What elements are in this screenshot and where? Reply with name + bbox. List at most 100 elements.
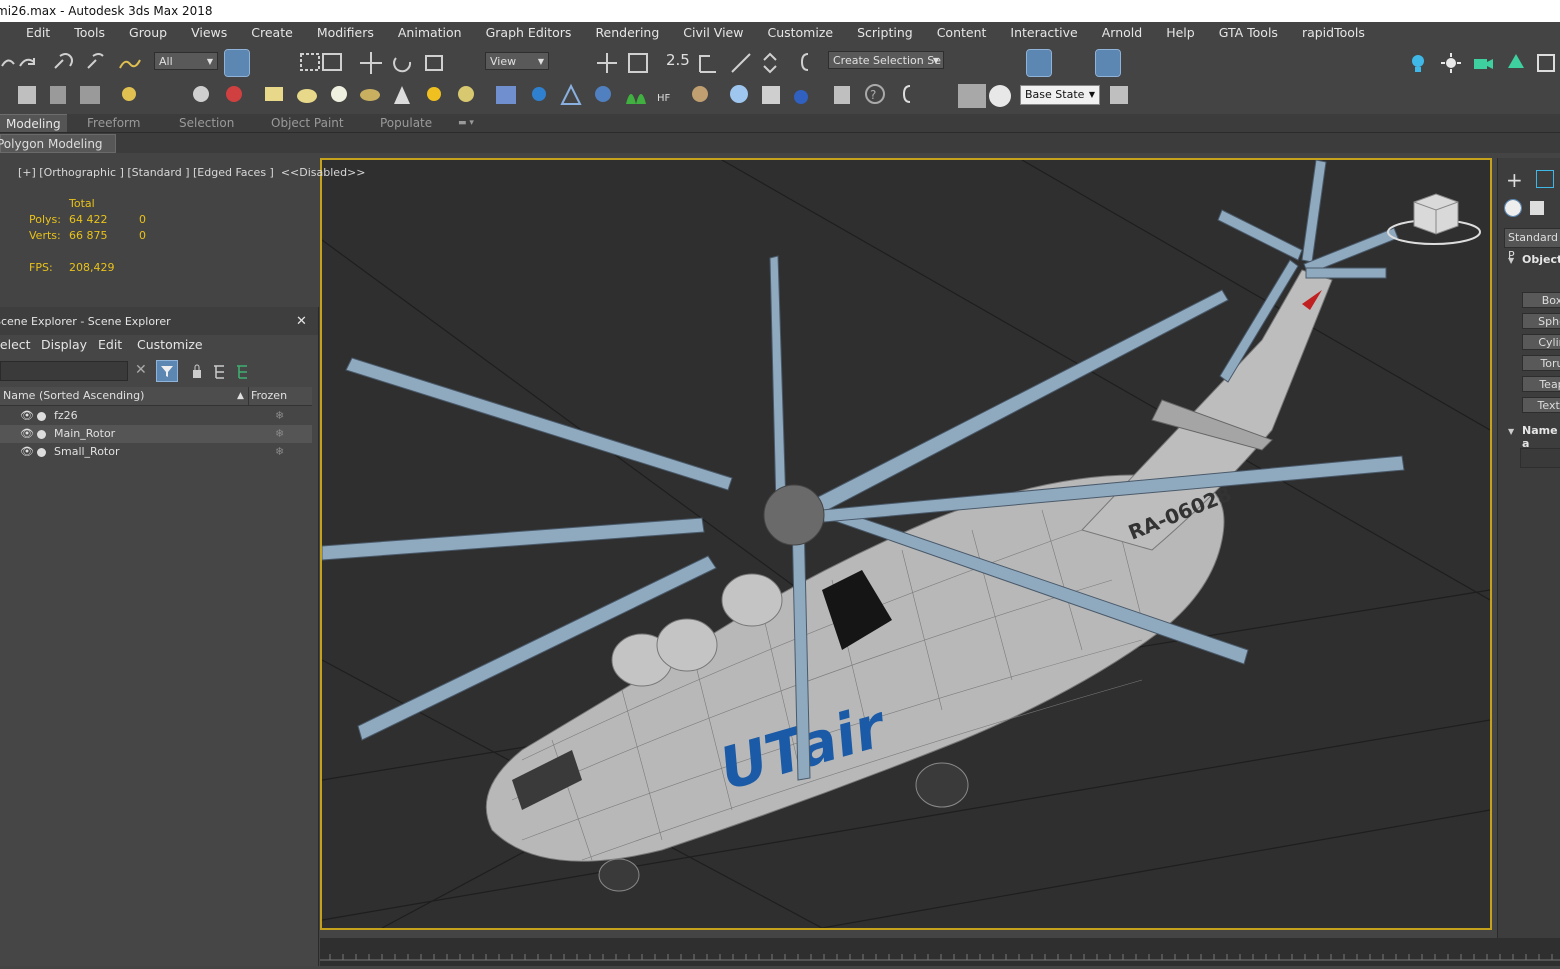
menu-group[interactable]: Group <box>117 22 179 44</box>
select-by-name-button[interactable] <box>256 52 278 74</box>
create-tab-icon[interactable]: + <box>1506 168 1523 192</box>
tab-populate[interactable]: Populate <box>380 114 432 132</box>
menu-rapidtools[interactable]: rapidTools <box>1290 22 1377 44</box>
close-icon[interactable]: ✕ <box>296 307 307 337</box>
state-set-dropdown[interactable]: Base State ▼ <box>1020 85 1100 105</box>
rendered-frame-button[interactable] <box>1270 52 1292 74</box>
scene-explorer-toggle-button[interactable] <box>1026 49 1052 77</box>
cone-icon <box>394 86 410 104</box>
col-name-header[interactable]: Name (Sorted Ascending) <box>3 387 144 405</box>
collapse-icon[interactable]: ▼ <box>1508 256 1514 265</box>
box-button[interactable]: Box <box>1522 292 1560 308</box>
align-button[interactable] <box>990 52 1012 74</box>
menu-civil-view[interactable]: Civil View <box>671 22 755 44</box>
menu-modifiers[interactable]: Modifiers <box>305 22 386 44</box>
sun-icon[interactable] <box>1440 52 1462 74</box>
fps-label: FPS: <box>29 261 53 274</box>
menu-customize[interactable]: Customize <box>755 22 845 44</box>
tab-freeform[interactable]: Freeform <box>87 114 140 132</box>
object-name-input[interactable] <box>1520 448 1560 468</box>
scene-row-main-rotor[interactable]: 👁 Main_Rotor ❄ <box>0 425 312 443</box>
tab-selection[interactable]: Selection <box>179 114 234 132</box>
material-editor-button[interactable] <box>1200 52 1222 74</box>
shapes-icon[interactable] <box>1530 201 1544 215</box>
menu-gta-tools[interactable]: GTA Tools <box>1207 22 1290 44</box>
secondary-toolbar-icons: HF ? <box>18 83 1128 108</box>
se-menu-select[interactable]: Select <box>0 337 31 352</box>
curve-editor-button[interactable] <box>1130 52 1152 74</box>
camera-icon[interactable] <box>1472 52 1494 74</box>
named-selection-dropdown[interactable]: Create Selection Se ▼ <box>828 51 944 69</box>
scene-explorer-title-bar[interactable]: Scene Explorer - Scene Explorer ✕ <box>0 307 318 335</box>
rotor-hub <box>763 484 825 546</box>
menu-content[interactable]: Content <box>925 22 999 44</box>
selection-filter-dropdown[interactable]: All ▼ <box>154 52 218 70</box>
se-menu-edit[interactable]: Edit <box>98 337 122 352</box>
snowflake-icon[interactable]: ❄ <box>275 425 284 443</box>
polygon-modeling-panel[interactable]: Polygon Modeling <box>0 134 116 153</box>
ref-coord-dropdown[interactable]: View ▼ <box>485 52 549 70</box>
filter-button[interactable] <box>156 360 178 382</box>
explorer-tool-icons <box>193 364 247 379</box>
menu-interactive[interactable]: Interactive <box>998 22 1089 44</box>
time-slider-track[interactable] <box>320 938 1560 966</box>
render-production-button[interactable] <box>1303 52 1325 74</box>
snaps-toggle-button[interactable]: 2.5 <box>666 51 692 73</box>
cylinder-button[interactable]: Cylin <box>1522 334 1560 350</box>
se-menu-customize[interactable]: Customize <box>137 337 203 352</box>
ribbon-toggle-button[interactable] <box>1095 49 1121 77</box>
timeline-ticks <box>320 954 1560 961</box>
eye-icon[interactable]: 👁 <box>20 443 34 461</box>
menu-create[interactable]: Create <box>239 22 305 44</box>
svg-text:?: ? <box>870 88 876 102</box>
container-icon[interactable] <box>1535 52 1557 74</box>
schematic-view-button[interactable] <box>1162 52 1184 74</box>
scene-row-fz26[interactable]: 👁 fz26 ❄ <box>0 407 312 425</box>
sphere-button[interactable]: Sphe <box>1522 313 1560 329</box>
tab-object-paint[interactable]: Object Paint <box>271 114 344 132</box>
geometry-icon[interactable] <box>1504 199 1522 217</box>
snowflake-icon[interactable]: ❄ <box>275 407 284 425</box>
modify-tab-icon[interactable] <box>1536 170 1554 188</box>
menu-help[interactable]: Help <box>1154 22 1207 44</box>
select-object-button[interactable] <box>224 49 250 77</box>
command-panel[interactable]: + Standard P ▼ Object Box Sphe Cylin Tor… <box>1497 158 1560 938</box>
scene-explorer-panel[interactable]: Scene Explorer - Scene Explorer ✕ Select… <box>0 307 319 966</box>
collapse-icon[interactable]: ▼ <box>1508 427 1514 436</box>
name-color-rollout[interactable]: Name a <box>1522 424 1560 450</box>
menu-scripting[interactable]: Scripting <box>845 22 925 44</box>
lightbulb-icon[interactable] <box>1407 52 1429 74</box>
eye-icon[interactable]: 👁 <box>20 425 34 443</box>
eye-icon[interactable]: 👁 <box>20 407 34 425</box>
teapot-button[interactable]: Teap <box>1522 376 1560 392</box>
viewport-label[interactable]: [+] [Orthographic ] [Standard ] [Edged F… <box>18 166 365 179</box>
tab-modeling[interactable]: Modeling <box>0 114 67 133</box>
tree-icon[interactable] <box>1505 52 1527 74</box>
scene-explorer-title: Scene Explorer - Scene Explorer <box>0 315 171 328</box>
menu-graph-editors[interactable]: Graph Editors <box>474 22 584 44</box>
ribbon-options-icon[interactable]: ▬ ▾ <box>458 114 474 132</box>
clear-search-icon[interactable]: ✕ <box>135 362 147 378</box>
menu-rendering[interactable]: Rendering <box>583 22 671 44</box>
render-online-button[interactable] <box>1366 52 1388 74</box>
mirror-button[interactable] <box>958 52 980 74</box>
viewport-orthographic[interactable]: UTair RA-06028 <box>320 158 1492 930</box>
layer-explorer-button[interactable] <box>1060 52 1082 74</box>
render-iterative-button[interactable] <box>1335 52 1357 74</box>
menu-edit[interactable]: Edit <box>0 22 62 44</box>
render-setup-button[interactable] <box>1238 52 1260 74</box>
object-type-rollout[interactable]: Object <box>1522 253 1560 266</box>
scene-row-small-rotor[interactable]: 👁 Small_Rotor ❄ <box>0 443 312 461</box>
menu-arnold[interactable]: Arnold <box>1090 22 1154 44</box>
snowflake-icon[interactable]: ❄ <box>275 443 284 461</box>
viewcube[interactable] <box>1387 193 1481 245</box>
scene-explorer-search-input[interactable] <box>0 361 128 381</box>
se-menu-display[interactable]: Display <box>41 337 87 352</box>
textplus-button[interactable]: TextP <box>1522 397 1560 413</box>
torus-button[interactable]: Toru <box>1522 355 1560 371</box>
menu-animation[interactable]: Animation <box>386 22 474 44</box>
menu-tools[interactable]: Tools <box>62 22 117 44</box>
menu-views[interactable]: Views <box>179 22 239 44</box>
col-frozen-header[interactable]: Frozen <box>251 387 287 405</box>
category-dropdown[interactable]: Standard P <box>1504 228 1560 262</box>
